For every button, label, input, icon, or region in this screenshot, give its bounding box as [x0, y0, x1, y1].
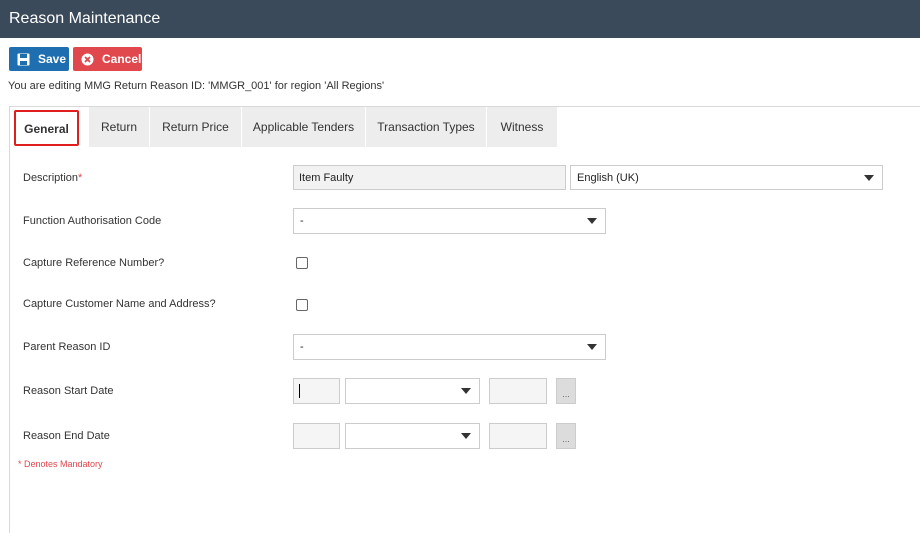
text-caret	[299, 384, 300, 398]
caret-down-icon	[461, 433, 471, 439]
function-auth-label: Function Authorisation Code	[23, 215, 162, 227]
capture-ref-checkbox[interactable]	[296, 257, 308, 269]
mandatory-note: * Denotes Mandatory	[18, 459, 103, 469]
end-date-day-input[interactable]	[293, 423, 340, 449]
save-button[interactable]: Save	[9, 47, 69, 71]
content-border	[9, 106, 10, 533]
start-date-label: Reason Start Date	[23, 385, 114, 397]
start-date-picker-button[interactable]: ...	[556, 378, 576, 404]
cancel-button-label: Cancel	[102, 52, 142, 66]
end-date-label: Reason End Date	[23, 430, 110, 442]
language-select[interactable]: English (UK)	[570, 165, 883, 190]
tab-return[interactable]: Return	[89, 107, 150, 147]
capture-ref-label: Capture Reference Number?	[23, 257, 165, 269]
capture-customer-checkbox[interactable]	[296, 299, 308, 311]
end-date-month-select[interactable]	[345, 423, 480, 449]
tab-transaction-types[interactable]: Transaction Types	[366, 107, 487, 147]
function-auth-value: -	[300, 215, 304, 227]
start-date-year-input[interactable]	[489, 378, 547, 404]
tab-return-price[interactable]: Return Price	[150, 107, 242, 147]
parent-reason-value: -	[300, 341, 304, 353]
caret-down-icon	[587, 344, 597, 350]
floppy-disk-icon	[16, 52, 30, 66]
description-input[interactable]: Item Faulty	[293, 165, 566, 190]
tab-general[interactable]: General	[14, 110, 79, 146]
caret-down-icon	[864, 175, 874, 181]
end-date-picker-button[interactable]: ...	[556, 423, 576, 449]
tab-applicable-tenders[interactable]: Applicable Tenders	[242, 107, 366, 147]
close-circle-icon	[80, 52, 94, 66]
language-select-value: English (UK)	[577, 172, 639, 184]
parent-reason-select[interactable]: -	[293, 334, 606, 360]
editing-message: You are editing MMG Return Reason ID: 'M…	[8, 80, 385, 92]
end-date-year-input[interactable]	[489, 423, 547, 449]
start-date-month-select[interactable]	[345, 378, 480, 404]
parent-reason-label: Parent Reason ID	[23, 341, 111, 353]
description-label: Description*	[23, 172, 83, 184]
caret-down-icon	[461, 388, 471, 394]
start-date-day-input[interactable]	[293, 378, 340, 404]
page-title: Reason Maintenance	[0, 0, 920, 38]
cancel-button[interactable]: Cancel	[73, 47, 142, 71]
save-button-label: Save	[38, 52, 67, 66]
caret-down-icon	[587, 218, 597, 224]
capture-customer-label: Capture Customer Name and Address?	[23, 298, 216, 310]
tab-witness[interactable]: Witness	[487, 107, 558, 147]
function-auth-select[interactable]: -	[293, 208, 606, 234]
